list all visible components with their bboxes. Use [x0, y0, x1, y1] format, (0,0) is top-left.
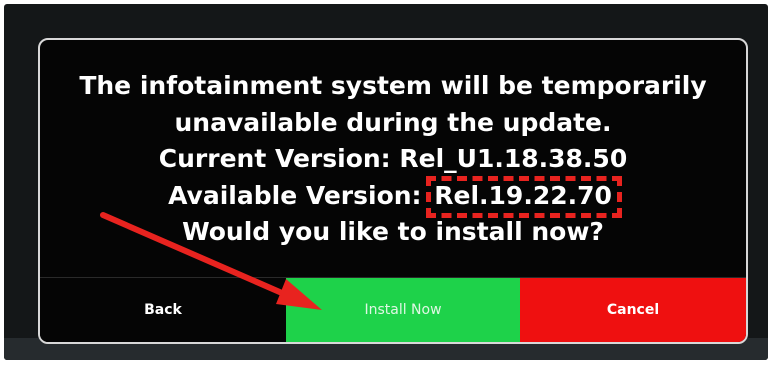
- back-button[interactable]: Back: [40, 278, 286, 342]
- dialog-button-bar: Back Install Now Cancel: [40, 277, 746, 342]
- install-question: Would you like to install now?: [182, 217, 604, 246]
- available-version-line: Available Version: Rel.19.22.70: [40, 175, 746, 218]
- available-version-value: Rel.19.22.70: [434, 180, 612, 210]
- cancel-button[interactable]: Cancel: [520, 278, 746, 342]
- update-message: The infotainment system will be temporar…: [40, 68, 746, 251]
- update-dialog: The infotainment system will be temporar…: [38, 38, 748, 344]
- message-line-2: unavailable during the update.: [174, 107, 612, 137]
- available-version-highlight: Rel.19.22.70: [426, 175, 622, 218]
- infotainment-screen: The infotainment system will be temporar…: [4, 4, 768, 360]
- available-version-label: Available Version:: [168, 180, 422, 210]
- message-line-1: The infotainment system will be temporar…: [79, 71, 707, 100]
- current-version-text: Current Version: Rel_U1.18.38.50: [158, 144, 628, 173]
- install-now-button[interactable]: Install Now: [286, 278, 520, 342]
